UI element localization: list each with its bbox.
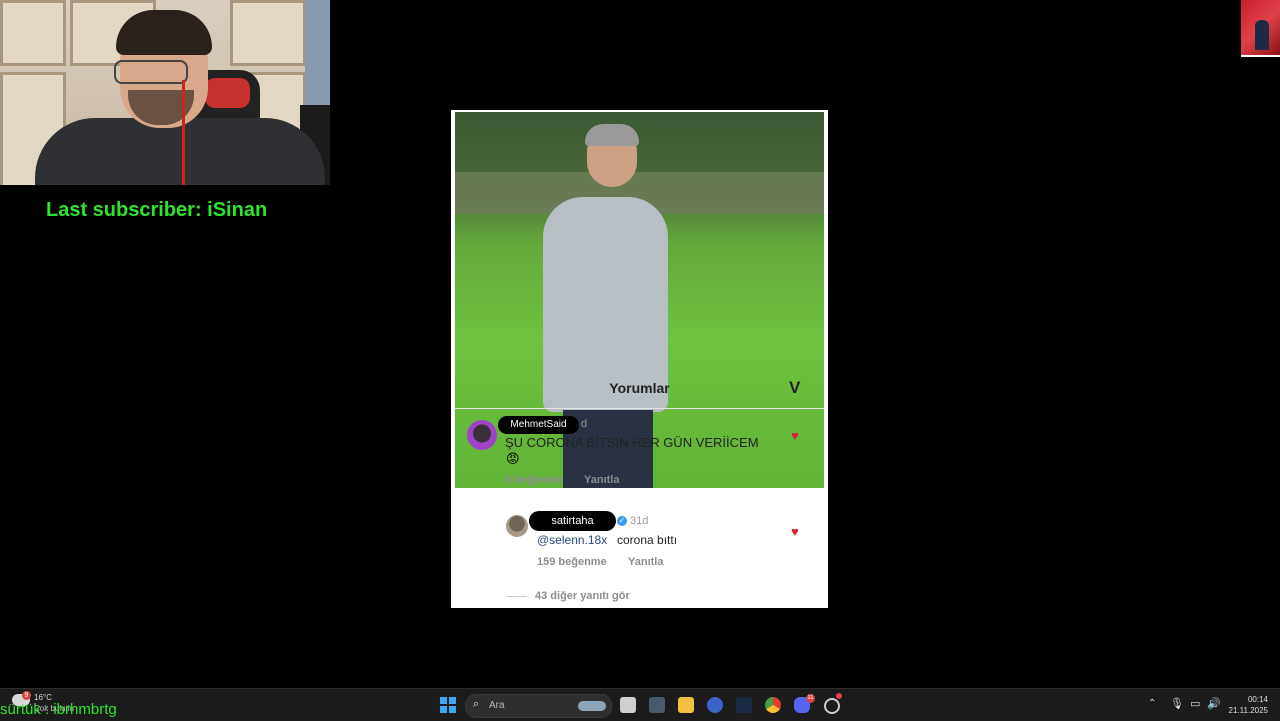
webcam-background bbox=[305, 0, 330, 120]
comments-divider bbox=[455, 408, 824, 409]
gaming-chair bbox=[205, 78, 250, 108]
channel-badge-image bbox=[1241, 0, 1280, 57]
comments-title: Yorumlar bbox=[609, 380, 670, 396]
search-highlight-art bbox=[578, 701, 606, 711]
streamer-body bbox=[35, 118, 325, 185]
task-view-icon[interactable] bbox=[620, 697, 636, 713]
windows-icon-tile bbox=[449, 706, 456, 713]
comment-time: 31d bbox=[630, 515, 649, 527]
discord-notification-badge: 11 bbox=[806, 694, 815, 703]
social-post-card: Yorumlar V MehmetSaid d ŞU CORONA BİTSİN… bbox=[451, 110, 828, 608]
edge-browser-icon[interactable] bbox=[707, 697, 723, 713]
brand-logo-icon: V bbox=[789, 378, 801, 397]
heart-icon[interactable]: ♥ bbox=[791, 524, 799, 539]
heart-icon[interactable]: ♥ bbox=[791, 428, 799, 443]
comment-time: d bbox=[581, 418, 588, 430]
search-icon: ⌕ bbox=[473, 698, 480, 710]
windows-icon-tile bbox=[449, 697, 456, 704]
calculator-icon[interactable] bbox=[649, 697, 665, 713]
avatar[interactable] bbox=[506, 515, 528, 537]
webcam-background bbox=[230, 0, 306, 66]
streamer-glasses bbox=[114, 60, 188, 84]
app-icon[interactable] bbox=[824, 698, 840, 714]
comment-likes[interactable]: 159 beğenme bbox=[537, 556, 607, 568]
comment-username[interactable]: satirtaha bbox=[529, 511, 616, 531]
chrome-icon[interactable] bbox=[765, 697, 781, 713]
streamer-hair bbox=[116, 10, 212, 55]
taskbar-search-input[interactable]: ⌕ Ara bbox=[465, 694, 612, 718]
channel-badge-figure bbox=[1255, 20, 1269, 50]
app-notification-badge bbox=[836, 693, 842, 699]
network-icon[interactable]: ▭ bbox=[1190, 697, 1200, 710]
windows-icon-tile bbox=[440, 706, 447, 713]
avatar[interactable] bbox=[467, 420, 497, 450]
verified-badge-icon: ✓ bbox=[617, 516, 627, 526]
clock-date[interactable]: 21.11.2025 bbox=[1222, 706, 1268, 715]
comment-text: corona bıttı bbox=[617, 533, 678, 547]
steam-icon[interactable] bbox=[736, 697, 752, 713]
more-replies-line bbox=[507, 596, 527, 597]
comment-mention-link[interactable]: @selenn.18x bbox=[537, 533, 607, 547]
taskbar: 9 16°C Çok bulutlu ⌕ Ara 11 ⌃ 🎙 ▭ 🔊 00:1… bbox=[0, 688, 1280, 721]
chevron-up-icon[interactable]: ⌃ bbox=[1148, 698, 1156, 709]
comment-likes[interactable]: 8 beğenme bbox=[505, 474, 562, 486]
mic-icon[interactable]: 🎙 bbox=[1170, 697, 1184, 710]
windows-icon-tile bbox=[440, 697, 447, 704]
webcam-feed bbox=[0, 0, 330, 185]
search-placeholder: Ara bbox=[489, 700, 505, 711]
comment-username[interactable]: MehmetSaid bbox=[498, 416, 579, 434]
reply-button[interactable]: Yanıtla bbox=[584, 474, 619, 486]
angry-emoji-icon: 😡 bbox=[506, 451, 520, 466]
earphone-cable bbox=[182, 80, 185, 185]
clock-time[interactable]: 00:14 bbox=[1228, 695, 1268, 704]
comment-text: ŞU CORONA BİTSİN HER GÜN VERİİCEM bbox=[505, 435, 759, 450]
windows-icon[interactable] bbox=[440, 697, 456, 713]
chat-overlay-message: sürtük : ibrhmbrtg bbox=[0, 701, 117, 718]
reply-button[interactable]: Yanıtla bbox=[628, 556, 663, 568]
file-explorer-icon[interactable] bbox=[678, 697, 694, 713]
webcam-background bbox=[0, 0, 66, 66]
volume-icon[interactable]: 🔊 bbox=[1207, 697, 1221, 710]
last-subscriber-label: Last subscriber: iSinan bbox=[46, 199, 268, 221]
view-more-replies-button[interactable]: 43 diğer yanıtı gör bbox=[535, 590, 630, 602]
photo-person-hair bbox=[585, 124, 639, 146]
weather-badge: 9 bbox=[22, 691, 31, 700]
